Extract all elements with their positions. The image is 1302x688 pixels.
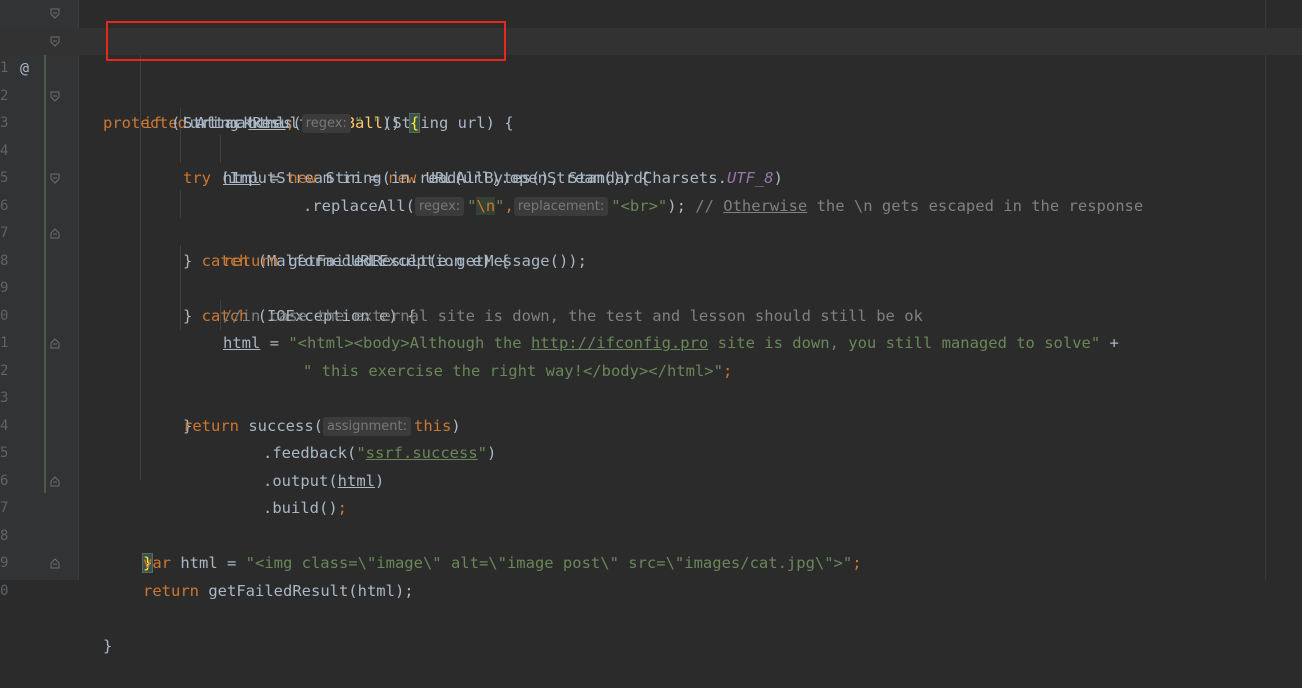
code-line[interactable]: 4 html = new String(in.readAllBytes(), S… [0, 110, 1302, 188]
fold-open-icon[interactable] [50, 91, 60, 102]
line-number: 0 [0, 582, 9, 599]
code-line[interactable]: 9 //in case the external site is down, t… [0, 248, 1302, 325]
fold-close-icon[interactable] [50, 228, 60, 239]
code-line[interactable]: 7 } [0, 468, 1302, 573]
code-line[interactable]: 3 return success(assignment: this) [0, 358, 1302, 436]
fold-open-icon[interactable] [50, 8, 60, 19]
annotation-highlight-box [106, 21, 506, 61]
code-line[interactable]: 1 " this exercise the right way!</body><… [0, 303, 1302, 380]
code-line[interactable]: 6 } catch (MalformedURLException e) { [0, 165, 1302, 270]
code-line[interactable]: 0 } [0, 550, 1302, 655]
code-editor[interactable]: 0 @ protected AttackResult furBall(Strin… [0, 0, 1302, 655]
code-line[interactable]: 9 return getFailedResult(html); [0, 523, 1302, 600]
code-line[interactable]: 6 .build(); [0, 440, 1302, 518]
fold-open-icon[interactable] [50, 173, 60, 184]
code-line[interactable]: 3 try (InputStream in = new URL(url).ope… [0, 83, 1302, 187]
code-line[interactable]: 8 } catch (IOException e) { [0, 220, 1302, 325]
code-text: return getFailedResult(html); [143, 581, 414, 600]
code-text: } [103, 636, 113, 655]
fold-close-icon[interactable] [50, 338, 60, 349]
code-line[interactable]: 2 } [0, 330, 1302, 435]
code-line[interactable]: 4 .feedback("ssrf.success") [0, 385, 1302, 463]
code-line[interactable]: 7 return getFailedResult(e.getMessage())… [0, 193, 1302, 270]
code-line[interactable]: 5 .replaceAll(regex: "\n", replacement: "<b… [0, 138, 1302, 216]
code-line[interactable]: 8 var html = "<img class=\"image\" alt=\… [0, 495, 1302, 573]
fold-open-icon[interactable] [50, 36, 60, 47]
fold-close-icon[interactable] [50, 475, 60, 487]
code-line[interactable]: 5 .output(html) [0, 413, 1302, 490]
fold-close-icon[interactable] [50, 558, 60, 569]
code-line[interactable]: 0 html = "<html><body>Although the http:… [0, 275, 1302, 353]
